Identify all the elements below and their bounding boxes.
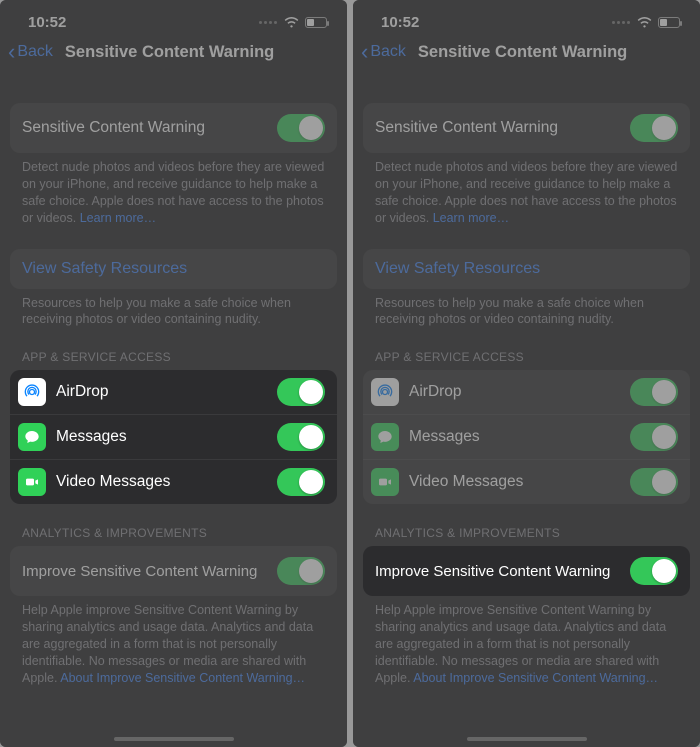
back-button[interactable]: ‹ Back xyxy=(8,41,53,63)
apps-header: APP & SERVICE ACCESS xyxy=(363,350,690,370)
airdrop-icon xyxy=(18,378,46,406)
app-access-list: AirDrop Messages Video Messages xyxy=(10,370,337,504)
chevron-left-icon: ‹ xyxy=(8,41,15,63)
page-title: Sensitive Content Warning xyxy=(65,43,274,62)
sensitive-content-desc: Detect nude photos and videos before the… xyxy=(10,153,337,227)
home-indicator xyxy=(114,737,234,741)
analytics-header: ANALYTICS & IMPROVEMENTS xyxy=(363,526,690,546)
messages-icon xyxy=(18,423,46,451)
video-messages-label: Video Messages xyxy=(409,473,630,491)
toggle-switch[interactable] xyxy=(277,423,325,451)
status-bar: 10:52 xyxy=(353,0,700,35)
chevron-left-icon: ‹ xyxy=(361,41,368,63)
messages-label: Messages xyxy=(56,428,277,446)
screenshot-right: 10:52 ‹ Back Sensitive Content Warning S… xyxy=(353,0,700,747)
nav-bar: ‹ Back Sensitive Content Warning xyxy=(0,35,347,73)
home-indicator xyxy=(467,737,587,741)
video-messages-row[interactable]: Video Messages xyxy=(10,460,337,504)
status-time: 10:52 xyxy=(381,14,419,31)
app-access-list: AirDrop Messages Video Messages xyxy=(363,370,690,504)
wifi-icon xyxy=(637,17,652,28)
toggle-switch[interactable] xyxy=(630,114,678,142)
about-improve-link[interactable]: About Improve Sensitive Content Warning… xyxy=(413,671,658,685)
apps-header: APP & SERVICE ACCESS xyxy=(10,350,337,370)
battery-icon xyxy=(658,17,680,28)
video-messages-row[interactable]: Video Messages xyxy=(363,460,690,504)
back-button[interactable]: ‹ Back xyxy=(361,41,406,63)
sensitive-content-label: Sensitive Content Warning xyxy=(375,119,630,137)
improve-scw-label: Improve Sensitive Content Warning xyxy=(375,563,630,580)
toggle-switch[interactable] xyxy=(630,468,678,496)
view-safety-resources-link[interactable]: View Safety Resources xyxy=(363,249,690,289)
cell-dots-icon xyxy=(258,21,278,24)
messages-row[interactable]: Messages xyxy=(363,415,690,460)
toggle-switch[interactable] xyxy=(630,378,678,406)
page-title: Sensitive Content Warning xyxy=(418,43,627,62)
about-improve-link[interactable]: About Improve Sensitive Content Warning… xyxy=(60,671,305,685)
toggle-switch[interactable] xyxy=(277,378,325,406)
airdrop-row[interactable]: AirDrop xyxy=(363,370,690,415)
analytics-desc: Help Apple improve Sensitive Content War… xyxy=(363,596,690,686)
safety-desc: Resources to help you make a safe choice… xyxy=(10,289,337,329)
back-label: Back xyxy=(370,43,406,61)
video-messages-icon xyxy=(371,468,399,496)
messages-label: Messages xyxy=(409,428,630,446)
airdrop-row[interactable]: AirDrop xyxy=(10,370,337,415)
learn-more-link[interactable]: Learn more… xyxy=(433,211,509,225)
toggle-switch[interactable] xyxy=(630,557,678,585)
video-messages-icon xyxy=(18,468,46,496)
airdrop-label: AirDrop xyxy=(409,383,630,401)
status-bar: 10:52 xyxy=(0,0,347,35)
video-messages-label: Video Messages xyxy=(56,473,277,491)
sensitive-content-toggle-row[interactable]: Sensitive Content Warning xyxy=(10,103,337,153)
sensitive-content-desc: Detect nude photos and videos before the… xyxy=(363,153,690,227)
sensitive-content-toggle-row[interactable]: Sensitive Content Warning xyxy=(363,103,690,153)
battery-icon xyxy=(305,17,327,28)
analytics-header: ANALYTICS & IMPROVEMENTS xyxy=(10,526,337,546)
improve-scw-label: Improve Sensitive Content Warning xyxy=(22,563,277,580)
analytics-desc: Help Apple improve Sensitive Content War… xyxy=(10,596,337,686)
status-time: 10:52 xyxy=(28,14,66,31)
back-label: Back xyxy=(17,43,53,61)
airdrop-label: AirDrop xyxy=(56,383,277,401)
cell-dots-icon xyxy=(611,21,631,24)
screenshot-left: 10:52 ‹ Back Sensitive Content Warning S… xyxy=(0,0,347,747)
sensitive-content-label: Sensitive Content Warning xyxy=(22,119,277,137)
improve-scw-row[interactable]: Improve Sensitive Content Warning xyxy=(363,546,690,596)
learn-more-link[interactable]: Learn more… xyxy=(80,211,156,225)
safety-desc: Resources to help you make a safe choice… xyxy=(363,289,690,329)
view-safety-resources-link[interactable]: View Safety Resources xyxy=(10,249,337,289)
toggle-switch[interactable] xyxy=(630,423,678,451)
messages-row[interactable]: Messages xyxy=(10,415,337,460)
toggle-switch[interactable] xyxy=(277,468,325,496)
wifi-icon xyxy=(284,17,299,28)
messages-icon xyxy=(371,423,399,451)
airdrop-icon xyxy=(371,378,399,406)
toggle-switch[interactable] xyxy=(277,557,325,585)
nav-bar: ‹ Back Sensitive Content Warning xyxy=(353,35,700,73)
toggle-switch[interactable] xyxy=(277,114,325,142)
improve-scw-row[interactable]: Improve Sensitive Content Warning xyxy=(10,546,337,596)
